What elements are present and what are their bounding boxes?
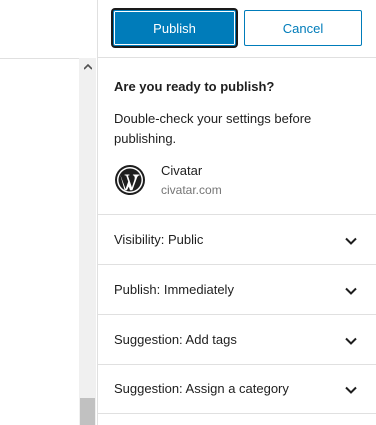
chevron-down-icon (345, 287, 357, 295)
cancel-button[interactable]: Cancel (244, 10, 362, 46)
chevron-down-icon (345, 237, 357, 245)
intro-text: Double-check your settings before publis… (114, 111, 312, 146)
panel-label: Visibility: Public (114, 231, 204, 247)
visibility-panel-toggle[interactable]: Visibility: Public (98, 214, 376, 264)
scrollbar-thumb[interactable] (80, 398, 95, 425)
scroll-up-arrow-icon[interactable] (79, 58, 96, 75)
site-name: Civatar (161, 163, 203, 178)
publish-panel-screen: Publish Cancel Are you ready to publish?… (0, 0, 376, 425)
category-suggestion-panel-toggle[interactable]: Suggestion: Assign a category (98, 364, 376, 414)
editor-canvas-edge (0, 0, 97, 425)
publish-date-panel-toggle[interactable]: Publish: Immediately (98, 264, 376, 314)
site-card: Civatar civatar.com (114, 162, 364, 198)
prepublish-header: Publish Cancel (98, 0, 376, 58)
intro-title: Are you ready to publish? (114, 79, 275, 94)
panel-label: Publish: Immediately (114, 281, 234, 297)
tags-suggestion-panel-toggle[interactable]: Suggestion: Add tags (98, 314, 376, 364)
chevron-down-icon (345, 337, 357, 345)
prepublish-panels: Visibility: Public Publish: Immediately … (98, 214, 376, 414)
scrollbar[interactable] (79, 58, 96, 425)
panel-label: Suggestion: Add tags (114, 331, 237, 347)
wordpress-logo-icon (114, 164, 146, 196)
site-url: civatar.com (161, 183, 222, 197)
chevron-down-icon (345, 386, 357, 394)
divider (0, 58, 79, 59)
prepublish-intro: Are you ready to publish? Double-check y… (114, 79, 364, 149)
publish-button[interactable]: Publish (113, 10, 236, 46)
prepublish-sidebar: Publish Cancel Are you ready to publish?… (97, 0, 376, 425)
panel-label: Suggestion: Assign a category (114, 381, 289, 396)
